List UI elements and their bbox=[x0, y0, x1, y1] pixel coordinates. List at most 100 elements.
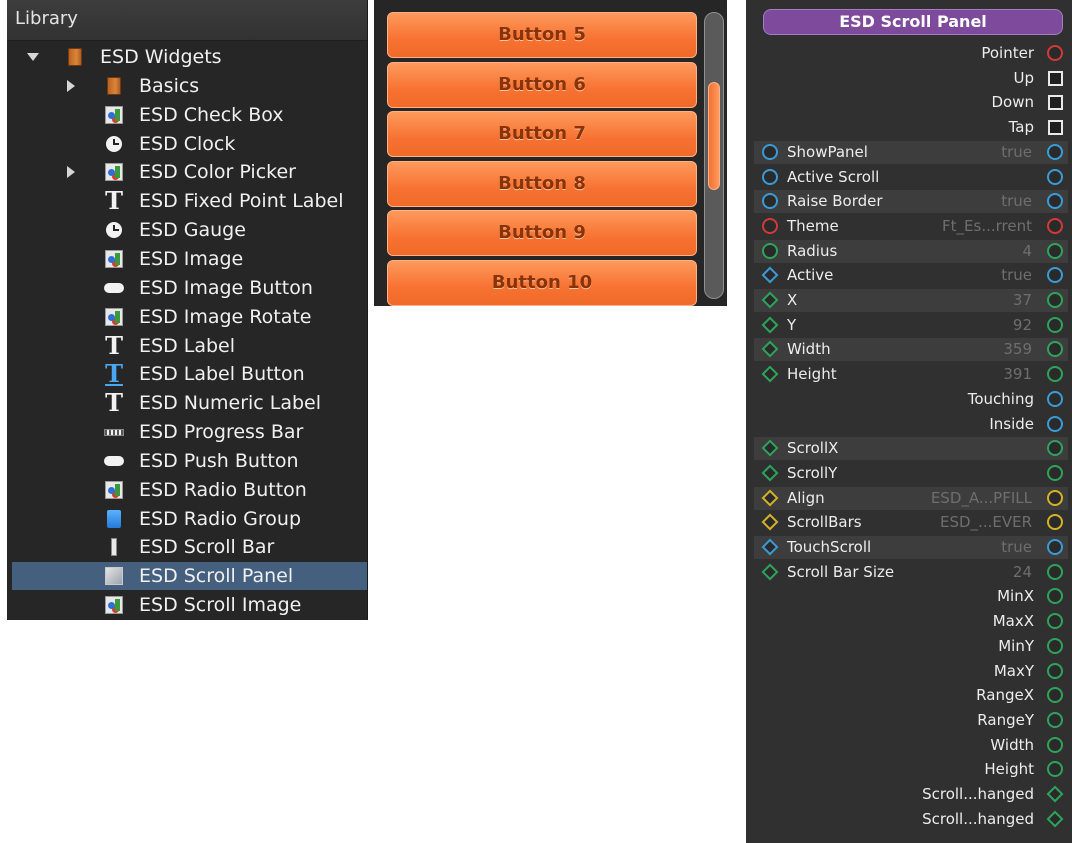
diamond-port-icon[interactable] bbox=[761, 489, 779, 507]
node-property-row: Scroll...hanged bbox=[754, 783, 1068, 806]
library-item[interactable]: T ESD Fixed Point Label bbox=[12, 187, 367, 215]
circle-port-icon[interactable] bbox=[1047, 489, 1063, 506]
circle-port-icon[interactable] bbox=[1047, 316, 1063, 333]
circle-port-icon[interactable] bbox=[1047, 341, 1063, 358]
property-value[interactable]: 4 bbox=[1022, 240, 1032, 263]
library-item[interactable]: ESD Progress Bar bbox=[12, 418, 367, 446]
clock-icon bbox=[104, 220, 124, 240]
output-name: Tap bbox=[1008, 118, 1034, 137]
diamond-port-icon[interactable] bbox=[761, 538, 779, 556]
circle-port-icon[interactable] bbox=[1047, 662, 1063, 679]
circle-port-icon[interactable] bbox=[1047, 539, 1063, 555]
property-value[interactable]: ESD_...EVER bbox=[940, 511, 1032, 534]
property-value[interactable]: 37 bbox=[1013, 289, 1032, 312]
component-node: ESD Scroll Panel Pointer Up Down Tap ShowPan… bbox=[746, 0, 1072, 843]
diamond-port-icon[interactable] bbox=[761, 563, 779, 581]
diamond-port-icon[interactable] bbox=[761, 266, 779, 284]
circle-port-icon[interactable] bbox=[1047, 366, 1063, 383]
property-value[interactable]: true bbox=[1001, 536, 1032, 559]
library-item[interactable]: T ESD Label bbox=[12, 332, 367, 360]
circle-port-icon[interactable] bbox=[1047, 563, 1063, 580]
checkbox-port-icon[interactable] bbox=[1048, 95, 1063, 111]
node-property-row: MaxY bbox=[754, 660, 1068, 683]
library-item[interactable]: ESD Image Button bbox=[12, 274, 367, 302]
library-item[interactable]: ESD Color Picker bbox=[12, 158, 367, 186]
preview-button[interactable]: Button 7 bbox=[387, 111, 697, 158]
property-value[interactable]: ESD_A...PFILL bbox=[931, 487, 1032, 510]
library-item[interactable]: ESD Radio Button bbox=[12, 476, 367, 504]
circle-port-icon[interactable] bbox=[1047, 143, 1063, 160]
property-value[interactable]: true bbox=[1001, 190, 1032, 213]
circle-port-icon[interactable] bbox=[1047, 613, 1063, 630]
library-item[interactable]: ESD Widgets bbox=[12, 43, 367, 71]
circle-port-icon[interactable] bbox=[762, 242, 778, 259]
library-item[interactable]: ESD Push Button bbox=[12, 447, 367, 475]
library-item[interactable]: ESD Check Box bbox=[12, 101, 367, 129]
circle-port-icon[interactable] bbox=[1047, 415, 1063, 432]
diamond-port-icon[interactable] bbox=[761, 365, 779, 383]
library-item-label: ESD Push Button bbox=[139, 449, 299, 472]
circle-port-icon[interactable] bbox=[1047, 687, 1063, 704]
diamond-port-icon[interactable] bbox=[761, 464, 779, 482]
preview-scrollbar-thumb[interactable] bbox=[708, 81, 720, 190]
circle-port-icon[interactable] bbox=[762, 143, 778, 160]
diamond-port-icon[interactable] bbox=[761, 513, 779, 531]
circle-port-icon[interactable] bbox=[1047, 711, 1063, 728]
checkbox-port-icon[interactable] bbox=[1048, 70, 1063, 86]
circle-port-icon[interactable] bbox=[1047, 514, 1063, 531]
diamond-port-icon[interactable] bbox=[1046, 810, 1064, 828]
circle-port-icon[interactable] bbox=[1047, 440, 1063, 457]
property-value[interactable]: 92 bbox=[1013, 314, 1032, 337]
property-value[interactable]: true bbox=[1001, 264, 1032, 287]
expand-arrow-right-icon[interactable] bbox=[64, 158, 78, 186]
node-property-row: Scroll Bar Size 24 bbox=[754, 561, 1068, 584]
circle-port-icon[interactable] bbox=[1047, 292, 1063, 308]
library-item[interactable]: ESD Radio Group bbox=[12, 505, 367, 533]
circle-port-icon[interactable] bbox=[1047, 267, 1063, 284]
library-item[interactable]: ESD Image Rotate bbox=[12, 303, 367, 331]
circle-port-icon[interactable] bbox=[1047, 193, 1063, 210]
library-item[interactable]: ESD Gauge bbox=[12, 216, 367, 244]
property-value[interactable]: 24 bbox=[1013, 561, 1032, 584]
expand-arrow-right-icon[interactable] bbox=[64, 72, 78, 100]
circle-port-icon[interactable] bbox=[762, 168, 778, 185]
circle-port-icon[interactable] bbox=[1047, 390, 1063, 407]
circle-port-icon[interactable] bbox=[1047, 45, 1063, 61]
library-item[interactable]: ESD Scroll Panel bbox=[12, 562, 367, 591]
preview-button[interactable]: Button 6 bbox=[387, 61, 697, 108]
diamond-port-icon[interactable] bbox=[761, 316, 779, 334]
diamond-port-icon[interactable] bbox=[761, 340, 779, 358]
library-item[interactable]: ESD Scroll Bar bbox=[12, 533, 367, 561]
circle-port-icon[interactable] bbox=[1047, 464, 1063, 481]
library-item[interactable]: ESD Image bbox=[12, 245, 367, 273]
circle-port-icon[interactable] bbox=[1047, 242, 1063, 259]
preview-button[interactable]: Button 9 bbox=[387, 210, 697, 257]
diamond-port-icon[interactable] bbox=[761, 291, 779, 309]
circle-port-icon[interactable] bbox=[1047, 736, 1063, 753]
circle-port-icon[interactable] bbox=[1047, 168, 1063, 185]
preview-button[interactable]: Button 8 bbox=[387, 160, 697, 207]
preview-scrollbar[interactable] bbox=[704, 12, 724, 299]
checkbox-port-icon[interactable] bbox=[1048, 120, 1063, 136]
circle-port-icon[interactable] bbox=[1047, 588, 1063, 605]
property-value[interactable]: 359 bbox=[1003, 338, 1032, 361]
expand-arrow-down-icon[interactable] bbox=[26, 43, 40, 71]
library-item[interactable]: ESD Scroll Image bbox=[12, 591, 367, 619]
diamond-port-icon[interactable] bbox=[761, 439, 779, 457]
property-value[interactable]: 391 bbox=[1003, 363, 1032, 386]
library-item[interactable]: T ESD Label Button bbox=[12, 360, 367, 388]
preview-button[interactable]: Button 5 bbox=[387, 12, 697, 58]
circle-port-icon[interactable] bbox=[1047, 217, 1063, 234]
circle-port-icon[interactable] bbox=[762, 217, 778, 234]
circle-port-icon[interactable] bbox=[762, 193, 778, 210]
circle-port-icon[interactable] bbox=[1047, 637, 1063, 654]
property-value[interactable]: Ft_Es...rrent bbox=[942, 215, 1032, 238]
library-item[interactable]: Basics bbox=[12, 72, 367, 100]
property-value[interactable]: true bbox=[1001, 141, 1032, 164]
node-title[interactable]: ESD Scroll Panel bbox=[763, 9, 1063, 35]
preview-button[interactable]: Button 10 bbox=[387, 260, 697, 306]
library-item[interactable]: ESD Clock bbox=[12, 130, 367, 158]
circle-port-icon[interactable] bbox=[1047, 761, 1063, 778]
library-item[interactable]: T ESD Numeric Label bbox=[12, 389, 367, 417]
diamond-port-icon[interactable] bbox=[1046, 785, 1064, 803]
